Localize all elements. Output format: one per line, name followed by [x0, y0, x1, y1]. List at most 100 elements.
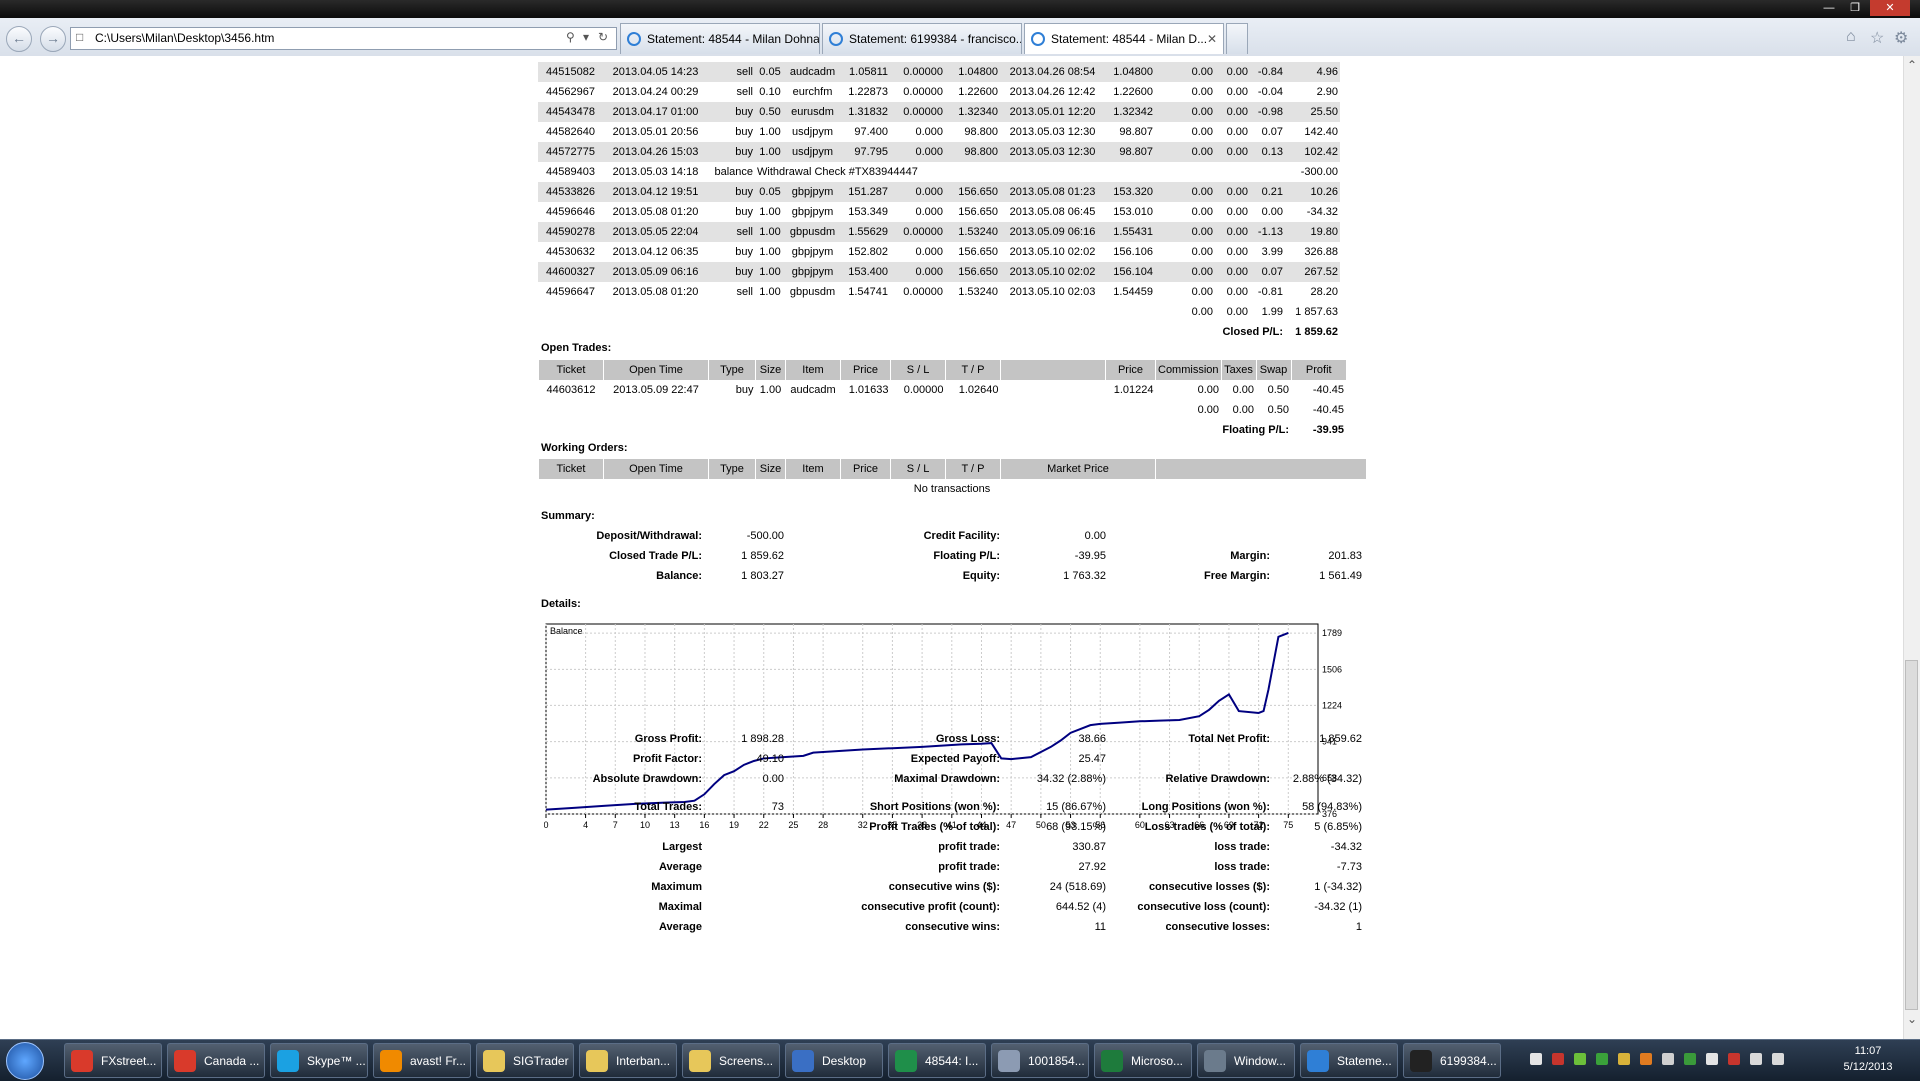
taskbar-item[interactable]: 1001854...	[991, 1043, 1089, 1078]
restore-icon[interactable]: ❐	[1844, 0, 1866, 16]
credit-label: Credit Facility:	[923, 530, 1000, 542]
new-tab-button[interactable]	[1226, 23, 1248, 54]
tray-icon[interactable]	[1640, 1053, 1652, 1065]
start-button[interactable]	[6, 1042, 44, 1080]
table-cell: gbpusdm	[785, 222, 840, 242]
stat-label: Total Net Profit:	[1188, 733, 1270, 745]
dropdown-icon[interactable]: ▾	[583, 30, 589, 44]
close-window-icon[interactable]: ✕	[1870, 0, 1910, 16]
favorites-icon[interactable]: ☆	[1870, 28, 1884, 48]
table-cell: 0.00	[1226, 86, 1248, 98]
table-cell: 153.010	[1113, 206, 1153, 218]
taskbar-item-label: Canada ...	[204, 1054, 260, 1068]
table-row: 44515082 2013.04.05 14:23 sell 0.05 audcadm 1…	[538, 62, 1340, 82]
stat-value: 1 (-34.32)	[1314, 881, 1362, 893]
taskbar-item[interactable]: Interban...	[579, 1043, 677, 1078]
table-cell: 2013.05.09 06:16	[1000, 222, 1105, 242]
table-cell: 98.807	[1119, 126, 1153, 138]
x-tick-label: 10	[640, 820, 650, 830]
table-row: 44596646 2013.05.08 01:20 buy 1.00 gbpjpym 15…	[538, 202, 1340, 222]
tray-icon[interactable]	[1728, 1053, 1740, 1065]
column-header: Size	[755, 459, 786, 479]
stat-label: loss trade:	[1214, 841, 1270, 853]
app-icon	[1307, 1050, 1329, 1072]
tray-icon[interactable]	[1684, 1053, 1696, 1065]
tab-statement-1[interactable]: Statement: 48544 - Milan Dohnal	[620, 23, 820, 54]
table-cell: 44515082	[538, 62, 603, 82]
column-header: Size	[755, 360, 786, 380]
tray-icon[interactable]	[1618, 1053, 1630, 1065]
settings-gear-icon[interactable]: ⚙	[1894, 28, 1908, 48]
network-icon[interactable]	[1750, 1053, 1762, 1065]
table-cell: 1.00	[759, 384, 782, 396]
app-icon	[998, 1050, 1020, 1072]
app-icon	[895, 1050, 917, 1072]
tray-icon[interactable]	[1662, 1053, 1674, 1065]
stat-value: -34.32 (1)	[1314, 901, 1362, 913]
table-row: 44562967 2013.04.24 00:29 sell 0.10 eurchfm 1…	[538, 82, 1340, 102]
table-cell: 2013.04.24 00:29	[612, 86, 699, 98]
taskbar-item[interactable]: Screens...	[682, 1043, 780, 1078]
scrollbar-thumb[interactable]	[1905, 660, 1918, 1010]
home-icon[interactable]: ⌂	[1846, 28, 1856, 46]
table-cell: 0.10	[759, 86, 781, 98]
tray-icon[interactable]	[1596, 1053, 1608, 1065]
taskbar-item[interactable]: FXstreet...	[64, 1043, 162, 1078]
tab-statement-3[interactable]: Statement: 48544 - Milan D... ✕	[1024, 23, 1224, 54]
table-cell: 25.50	[1285, 102, 1340, 122]
table-cell: 2013.05.09 22:47	[613, 384, 699, 396]
forward-button[interactable]: →	[40, 26, 66, 52]
search-icon[interactable]: ⚲	[566, 30, 575, 44]
stat-label: profit trade:	[938, 841, 1000, 853]
taskbar-item[interactable]: Microso...	[1094, 1043, 1192, 1078]
table-cell: Withdrawal Check #TX83944447	[757, 166, 918, 178]
table-cell: 2013.05.01 20:56	[612, 126, 699, 138]
taskbar-item[interactable]: Window...	[1197, 1043, 1295, 1078]
taskbar-item-label: Skype™ ...	[307, 1054, 366, 1068]
table-cell: 0.00	[1215, 102, 1250, 122]
tab-statement-2[interactable]: Statement: 6199384 - francisco...	[822, 23, 1022, 54]
tray-icon[interactable]	[1706, 1053, 1718, 1065]
table-cell: 0.00	[1155, 182, 1215, 202]
table-cell: 0.00	[1215, 262, 1250, 282]
table-cell: 142.40	[1304, 126, 1338, 138]
clock[interactable]: 11:07 5/12/2013	[1828, 1043, 1908, 1075]
back-button[interactable]: ←	[6, 26, 32, 52]
table-cell: 97.400	[854, 126, 888, 138]
taskbar-item[interactable]: avast! Fr...	[373, 1043, 471, 1078]
scroll-down-icon[interactable]: ⌄	[1904, 1012, 1920, 1026]
stat-label: Average	[658, 921, 702, 933]
table-cell: 0.00	[1191, 286, 1213, 298]
table-cell: -0.81	[1257, 286, 1283, 298]
tray-icon[interactable]	[1530, 1053, 1542, 1065]
volume-icon[interactable]	[1772, 1053, 1784, 1065]
tray-icon[interactable]	[1574, 1053, 1586, 1065]
taskbar-item[interactable]: Canada ...	[167, 1043, 265, 1078]
close-tab-icon[interactable]: ✕	[1207, 24, 1217, 54]
scroll-up-icon[interactable]: ⌃	[1904, 58, 1920, 72]
address-bar[interactable]: □ C:\Users\Milan\Desktop\3456.htm ⚲ ▾ ↻	[70, 27, 617, 50]
table-cell: 0.00	[1226, 246, 1248, 258]
table-row: 44589403 2013.05.03 14:18 balance Withdrawa…	[538, 162, 1340, 182]
minimize-icon[interactable]: —	[1818, 0, 1840, 16]
taskbar-item[interactable]: Skype™ ...	[270, 1043, 368, 1078]
table-cell: 0.00000	[890, 62, 945, 82]
column-header: Item	[785, 360, 841, 380]
taskbar-item[interactable]: Stateme...	[1300, 1043, 1398, 1078]
table-cell: 0.00	[1155, 262, 1215, 282]
table-cell: 44543478	[538, 102, 603, 122]
stat-value: 15 (86.67%)	[1046, 801, 1106, 813]
taskbar-item[interactable]: SIGTrader	[476, 1043, 574, 1078]
table-cell: 1.02640	[958, 384, 999, 396]
taskbar-item[interactable]: Desktop	[785, 1043, 883, 1078]
table-cell: -300.00	[1300, 166, 1338, 178]
taskbar-item-label: 1001854...	[1028, 1054, 1085, 1068]
column-header: S / L	[890, 459, 946, 479]
stat-label: Absolute Drawdown:	[592, 773, 702, 785]
taskbar-item[interactable]: 48544: I...	[888, 1043, 986, 1078]
refresh-icon[interactable]: ↻	[598, 30, 608, 44]
taskbar-item[interactable]: 6199384...	[1403, 1043, 1501, 1078]
tray-icon[interactable]	[1552, 1053, 1564, 1065]
table-cell: 1 857.63	[1295, 306, 1338, 318]
column-header: T / P	[945, 459, 1001, 479]
